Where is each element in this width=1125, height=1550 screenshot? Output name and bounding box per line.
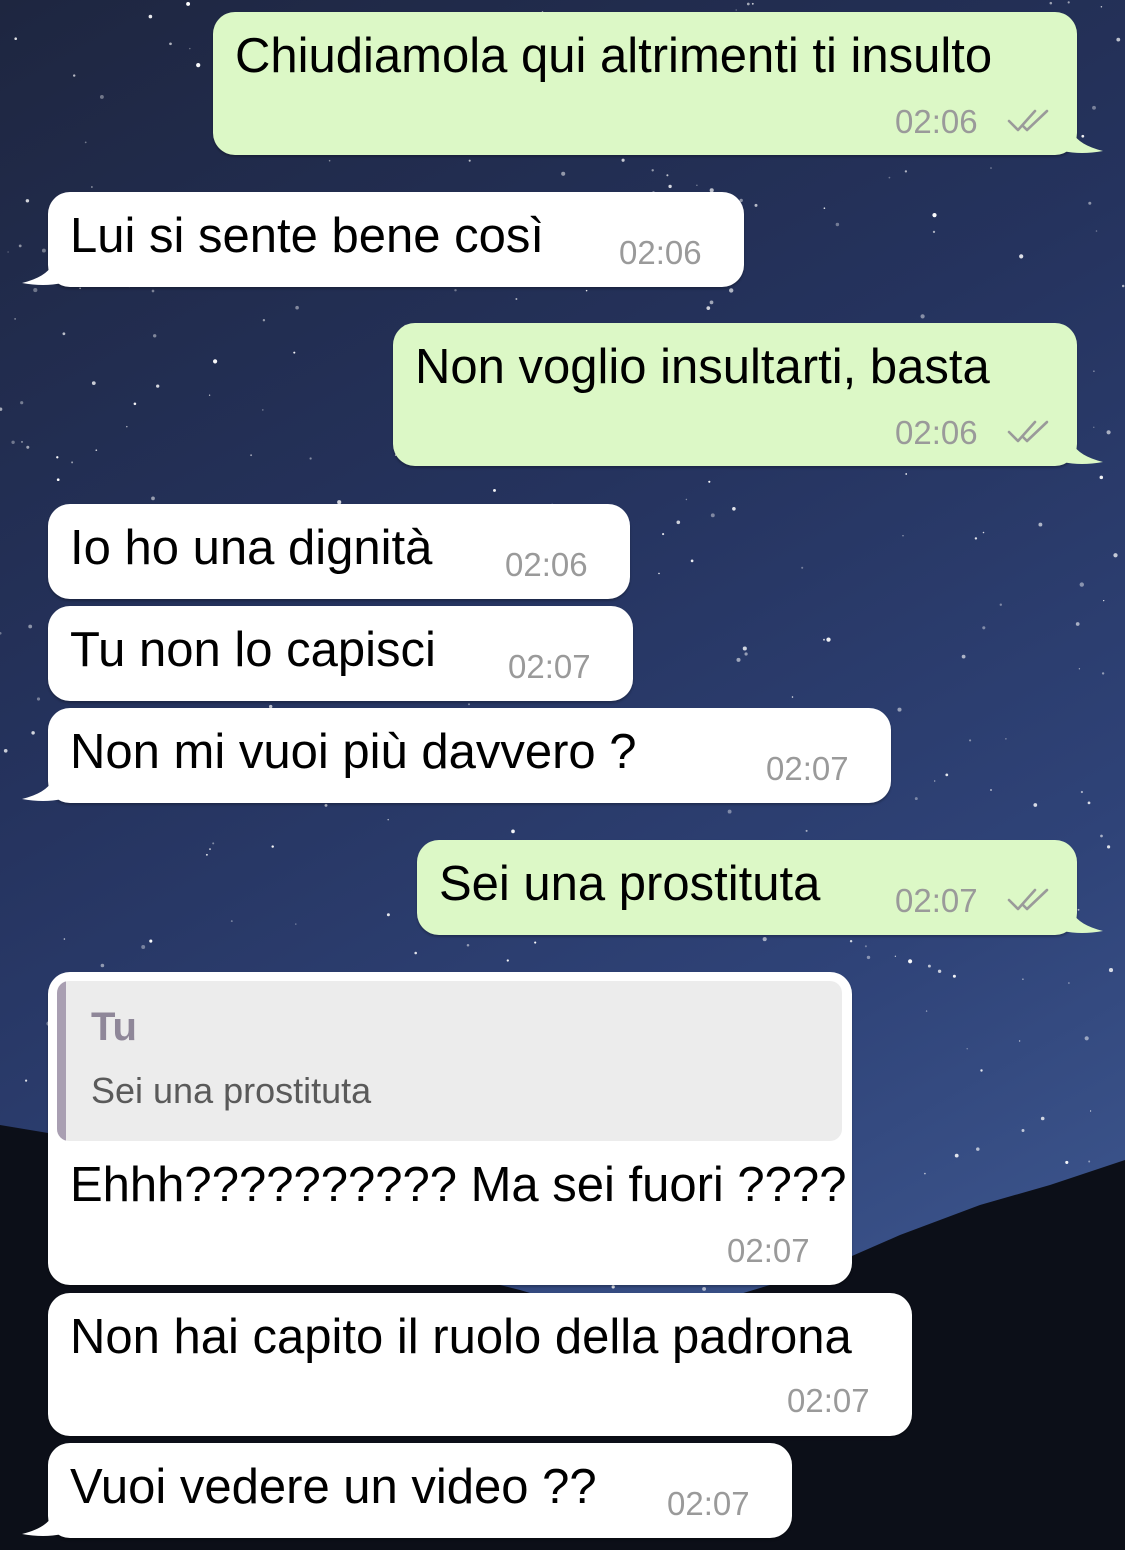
quote-accent-bar [57, 981, 66, 1141]
incoming-message-bubble[interactable]: Tu non lo capisci 02:07 [48, 606, 633, 701]
message-timestamp: 02:07 [508, 648, 591, 685]
incoming-message-bubble[interactable]: Tu Sei una prostituta Ehhh?????????? Ma se… [48, 972, 852, 1285]
incoming-message-bubble[interactable]: Non hai capito il ruolo della padrona 02:… [48, 1293, 912, 1436]
message-text: Ehhh?????????? Ma sei fuori ???? [70, 1158, 847, 1212]
message-text: Non hai capito il ruolo della padrona [70, 1310, 852, 1364]
incoming-message-bubble[interactable]: Vuoi vedere un video ?? 02:07 [48, 1443, 792, 1538]
message-text: Io ho una dignità [70, 521, 433, 575]
message-text: Tu non lo capisci [70, 623, 436, 677]
outgoing-message-bubble[interactable]: Non voglio insultarti, basta 02:06 [393, 323, 1077, 466]
message-text: Non voglio insultarti, basta [415, 340, 990, 394]
quoted-reply[interactable]: Tu Sei una prostituta [57, 981, 842, 1141]
chat-view[interactable]: Chiudiamola qui altrimenti ti insulto 02:… [0, 0, 1125, 1550]
message-timestamp: 02:07 [766, 750, 849, 787]
incoming-message-bubble[interactable]: Io ho una dignità 02:06 [48, 504, 630, 599]
message-timestamp: 02:07 [895, 882, 978, 919]
message-timestamp: 02:07 [787, 1382, 870, 1419]
incoming-message-bubble[interactable]: Non mi vuoi più davvero ? 02:07 [48, 708, 891, 803]
incoming-message-bubble[interactable]: Lui si sente bene così 02:06 [48, 192, 744, 287]
message-timestamp: 02:07 [667, 1485, 750, 1522]
message-text: Sei una prostituta [439, 857, 821, 911]
double-check-icon [1007, 420, 1049, 443]
quote-text: Sei una prostituta [91, 1070, 372, 1111]
message-timestamp: 02:06 [505, 546, 588, 583]
message-timestamp: 02:06 [895, 103, 978, 140]
message-timestamp: 02:07 [727, 1232, 810, 1269]
message-text: Non mi vuoi più davvero ? [70, 725, 637, 779]
outgoing-message-bubble[interactable]: Sei una prostituta 02:07 [417, 840, 1077, 935]
message-timestamp: 02:06 [895, 414, 978, 451]
message-timestamp: 02:06 [619, 234, 702, 271]
outgoing-message-bubble[interactable]: Chiudiamola qui altrimenti ti insulto 02:… [213, 12, 1077, 155]
message-text: Vuoi vedere un video ?? [70, 1460, 597, 1514]
message-text: Chiudiamola qui altrimenti ti insulto [235, 29, 993, 83]
double-check-icon [1007, 888, 1049, 911]
message-text: Lui si sente bene così [70, 209, 544, 263]
quote-author: Tu [91, 1005, 137, 1049]
double-check-icon [1007, 109, 1049, 132]
